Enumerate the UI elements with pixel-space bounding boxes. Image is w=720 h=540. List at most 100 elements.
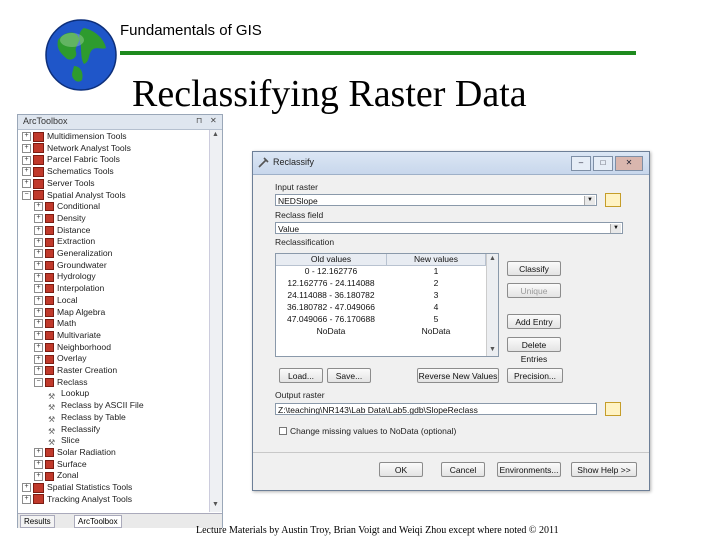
classify-button[interactable]: Classify xyxy=(507,261,561,276)
missing-values-checkbox[interactable] xyxy=(279,427,287,435)
chevron-down-icon[interactable]: ▼ xyxy=(584,196,595,205)
expand-icon[interactable]: + xyxy=(34,354,43,364)
output-raster-field[interactable]: Z:\teaching\NR143\Lab Data\Lab5.gdb\Slop… xyxy=(275,403,597,415)
toolbox-tree-item[interactable]: ⚒ Lookup xyxy=(48,388,89,400)
new-value-cell[interactable]: 5 xyxy=(387,314,485,325)
expand-icon[interactable]: + xyxy=(22,179,31,189)
collapse-icon[interactable]: − xyxy=(22,190,31,200)
scroll-down-icon[interactable]: ▼ xyxy=(212,501,219,508)
toolbox-tree-item[interactable]: + Generalization xyxy=(34,248,112,260)
toolbox-tree-item[interactable]: + Solar Radiation xyxy=(34,447,116,459)
toolbox-tree-item[interactable]: − Spatial Analyst Tools xyxy=(22,190,126,202)
toolbox-tree-item[interactable]: + Raster Creation xyxy=(34,365,117,377)
toolbox-tree-item[interactable]: + Distance xyxy=(34,225,90,237)
table-row[interactable]: 24.114088 - 36.180782 3 xyxy=(276,290,486,301)
new-value-cell[interactable]: 1 xyxy=(387,266,485,277)
toolbox-tree-item[interactable]: + Extraction xyxy=(34,236,95,248)
new-value-cell[interactable]: NoData xyxy=(387,326,485,337)
toolbox-tree-item[interactable]: + Parcel Fabric Tools xyxy=(22,154,120,166)
expand-icon[interactable]: + xyxy=(34,249,43,259)
toolbox-tree-item[interactable]: + Multidimension Tools xyxy=(22,131,127,143)
toolbox-tree-item[interactable]: + Local xyxy=(34,295,78,307)
expand-icon[interactable]: + xyxy=(34,331,43,341)
expand-icon[interactable]: + xyxy=(22,483,31,493)
toolbox-tree-item[interactable]: + Neighborhood xyxy=(34,342,111,354)
expand-icon[interactable]: + xyxy=(34,284,43,294)
reclassification-table[interactable]: Old values New values 0 - 12.162776 1 12.1… xyxy=(275,253,499,357)
toolbox-tree-item[interactable]: + Interpolation xyxy=(34,283,104,295)
close-button[interactable]: ✕ xyxy=(615,156,643,171)
expand-icon[interactable]: + xyxy=(34,296,43,306)
toolbox-tree-item[interactable]: − Reclass xyxy=(34,377,88,389)
reverse-new-values-button[interactable]: Reverse New Values xyxy=(417,368,499,383)
ok-button[interactable]: OK xyxy=(379,462,423,477)
toolbox-tree-item[interactable]: + Server Tools xyxy=(22,178,95,190)
new-value-cell[interactable]: 2 xyxy=(387,278,485,289)
expand-icon[interactable]: + xyxy=(34,459,43,469)
toolbox-tree-item[interactable]: + Surface xyxy=(34,459,87,471)
expand-icon[interactable]: + xyxy=(34,471,43,481)
input-raster-field[interactable]: NEDSlope ▼ xyxy=(275,194,597,206)
table-row[interactable]: 12.162776 - 24.114088 2 xyxy=(276,278,486,289)
new-value-cell[interactable]: 4 xyxy=(387,302,485,313)
pin-icon[interactable]: ⊓ xyxy=(196,116,202,125)
toolbox-tree-item[interactable]: ⚒ Reclassify xyxy=(48,424,100,436)
table-row[interactable]: NoData NoData xyxy=(276,326,486,337)
table-row[interactable]: 0 - 12.162776 1 xyxy=(276,266,486,277)
toolbox-tree-item[interactable]: + Density xyxy=(34,213,86,225)
toolbox-tree-item[interactable]: ⚒ Reclass by Table xyxy=(48,412,126,424)
expand-icon[interactable]: + xyxy=(34,307,43,317)
chevron-down-icon[interactable]: ▼ xyxy=(610,224,621,233)
show-help-button[interactable]: Show Help >> xyxy=(571,462,637,477)
expand-icon[interactable]: + xyxy=(34,225,43,235)
toolbox-tree-item[interactable]: ⚒ Reclass by ASCII File xyxy=(48,400,144,412)
toolbox-tree-item[interactable]: + Tracking Analyst Tools xyxy=(22,494,132,506)
precision-button[interactable]: Precision... xyxy=(507,368,563,383)
toolbox-tree-item[interactable]: + Multivariate xyxy=(34,330,101,342)
toolbox-tree-item[interactable]: + Spatial Statistics Tools xyxy=(22,482,132,494)
expand-icon[interactable]: + xyxy=(34,319,43,329)
save-button[interactable]: Save... xyxy=(327,368,371,383)
toolbox-tree-item[interactable]: + Schematics Tools xyxy=(22,166,114,178)
folder-icon[interactable] xyxy=(605,193,621,207)
expand-icon[interactable]: + xyxy=(34,366,43,376)
reclass-field-select[interactable]: Value ▼ xyxy=(275,222,623,234)
expand-icon[interactable]: + xyxy=(34,342,43,352)
collapse-icon[interactable]: − xyxy=(34,377,43,387)
load-button[interactable]: Load... xyxy=(279,368,323,383)
maximize-button[interactable]: □ xyxy=(593,156,613,171)
toolbox-tree-item[interactable]: + Conditional xyxy=(34,201,100,213)
close-icon[interactable]: ✕ xyxy=(210,116,217,125)
minimize-button[interactable]: – xyxy=(571,156,591,171)
toolbox-scrollbar[interactable]: ▲ ▼ xyxy=(209,130,222,512)
scroll-up-icon[interactable]: ▲ xyxy=(489,255,496,262)
table-row[interactable]: 47.049066 - 76.170688 5 xyxy=(276,314,486,325)
expand-icon[interactable]: + xyxy=(34,272,43,282)
expand-icon[interactable]: + xyxy=(34,260,43,270)
cancel-button[interactable]: Cancel xyxy=(441,462,485,477)
toolbox-tree-item[interactable]: + Groundwater xyxy=(34,260,107,272)
toolbox-tree-item[interactable]: + Zonal xyxy=(34,470,79,482)
toolbox-tree-item[interactable]: + Hydrology xyxy=(34,271,96,283)
expand-icon[interactable]: + xyxy=(22,132,31,142)
expand-icon[interactable]: + xyxy=(34,237,43,247)
toolbox-tree-item[interactable]: + Math xyxy=(34,318,76,330)
unique-button[interactable]: Unique xyxy=(507,283,561,298)
toolbox-tree-item[interactable]: ⚒ Slice xyxy=(48,435,80,447)
expand-icon[interactable]: + xyxy=(22,494,31,504)
scroll-down-icon[interactable]: ▼ xyxy=(489,346,496,353)
table-row[interactable]: 36.180782 - 47.049066 4 xyxy=(276,302,486,313)
folder-icon[interactable] xyxy=(605,402,621,416)
tab-results[interactable]: Results xyxy=(20,515,55,528)
add-entry-button[interactable]: Add Entry xyxy=(507,314,561,329)
expand-icon[interactable]: + xyxy=(22,167,31,177)
tab-arctoolbox[interactable]: ArcToolbox xyxy=(74,515,122,528)
toolbox-tree-item[interactable]: + Map Algebra xyxy=(34,307,105,319)
table-scrollbar[interactable]: ▲ ▼ xyxy=(486,254,498,356)
expand-icon[interactable]: + xyxy=(34,448,43,458)
environments-button[interactable]: Environments... xyxy=(497,462,561,477)
new-value-cell[interactable]: 3 xyxy=(387,290,485,301)
expand-icon[interactable]: + xyxy=(22,143,31,153)
delete-entries-button[interactable]: Delete Entries xyxy=(507,337,561,364)
toolbox-tree-item[interactable]: + Network Analyst Tools xyxy=(22,143,131,155)
